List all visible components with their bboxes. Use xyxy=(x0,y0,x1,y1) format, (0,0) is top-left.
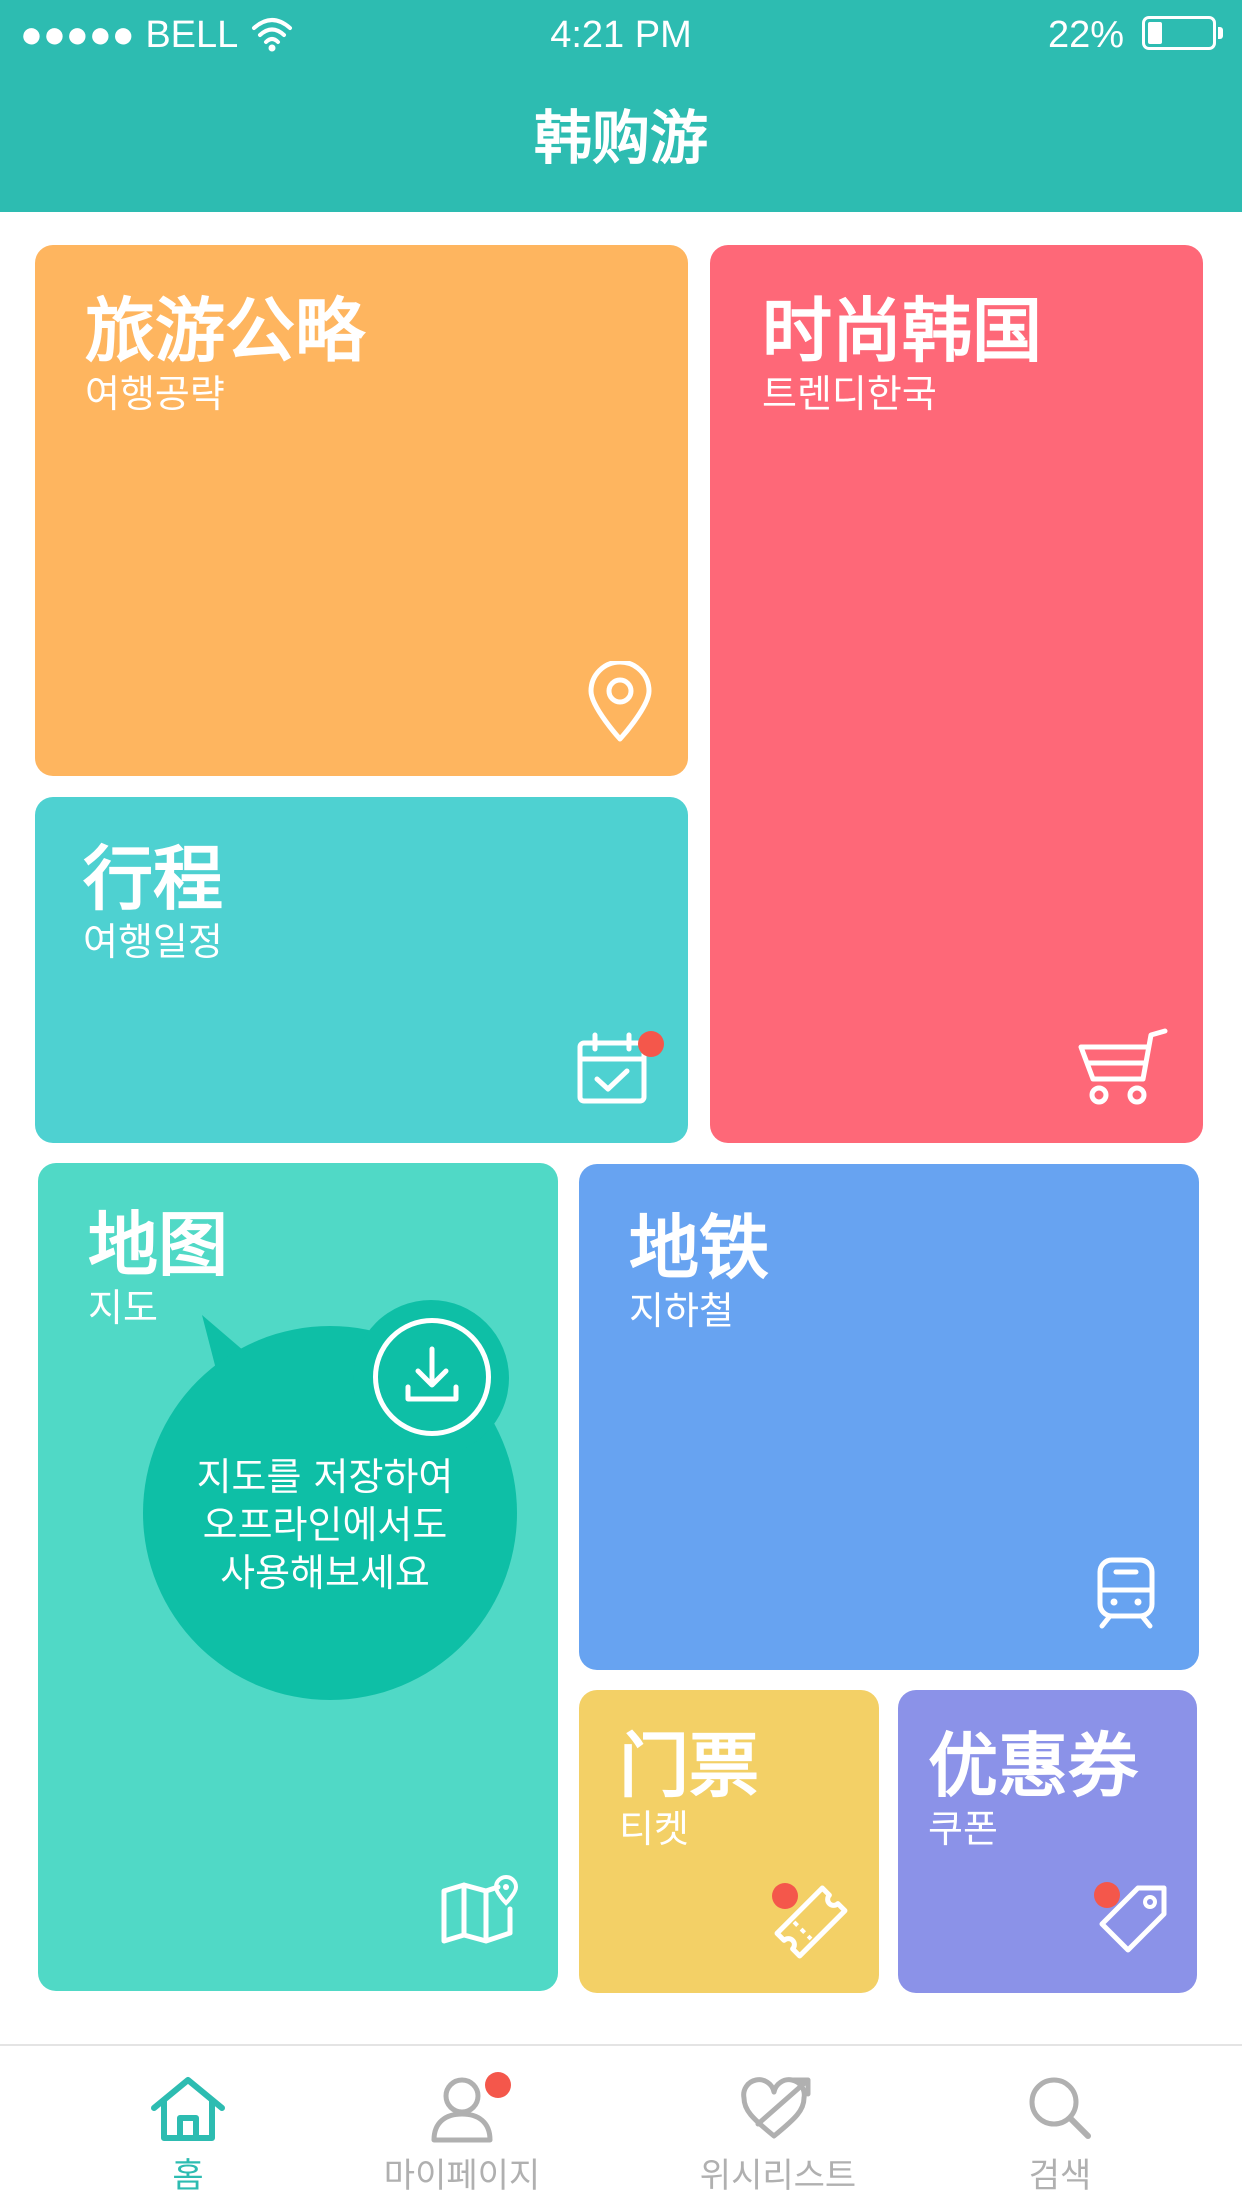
tile-itinerary[interactable]: 行程 여행일정 xyxy=(35,797,688,1143)
bubble-message: 지도를 저장하여 오프라인에서도 사용해보세요 xyxy=(158,1453,492,1597)
tile-subway[interactable]: 地铁 지하철 xyxy=(579,1164,1199,1670)
tab-search[interactable]: 검색 xyxy=(905,2046,1215,2210)
train-icon xyxy=(1097,1557,1155,1629)
app-header: ●●●●● BELL 4:21 PM 22% 韩购游 xyxy=(0,0,1242,212)
location-pin-icon xyxy=(588,661,652,742)
tile-title: 优惠券 xyxy=(928,1725,1138,1807)
tile-subtitle: 트렌디한국 xyxy=(762,372,937,416)
battery-level xyxy=(1148,22,1162,44)
tile-subtitle: 여행일정 xyxy=(83,920,223,964)
download-button[interactable] xyxy=(373,1318,491,1436)
notification-dot xyxy=(1094,1882,1120,1908)
tile-trendy-korea[interactable]: 时尚韩国 트렌디한국 xyxy=(710,245,1203,1143)
tile-title: 时尚韩国 xyxy=(762,290,1042,372)
tab-mypage[interactable]: 마이페이지 xyxy=(307,2046,617,2210)
tile-map[interactable]: 地图 지도 지도를 저장하여 오프라인에서도 사용해보세요 xyxy=(38,1163,558,1991)
tab-label: 홈 xyxy=(172,2156,204,2196)
tile-subtitle: 쿠폰 xyxy=(928,1807,998,1851)
tab-label: 위시리스트 xyxy=(699,2156,857,2196)
tab-label: 검색 xyxy=(1028,2156,1092,2196)
tile-title: 行程 xyxy=(83,838,223,920)
battery-icon xyxy=(1142,16,1223,50)
notification-dot xyxy=(485,2072,511,2098)
tile-subtitle: 지하철 xyxy=(629,1289,734,1333)
tile-subtitle: 여행공략 xyxy=(85,372,225,416)
tile-tickets[interactable]: 门票 티켓 xyxy=(579,1690,879,1993)
tile-travel-guide[interactable]: 旅游公略 여행공략 xyxy=(35,245,688,776)
tab-label: 마이페이지 xyxy=(383,2156,541,2196)
map-icon xyxy=(441,1875,519,1944)
tab-bar: 홈 마이페이지 위시리스트 검색 xyxy=(0,2044,1242,2210)
heart-arrow-icon xyxy=(741,2077,811,2139)
page-title: 韩购游 xyxy=(533,104,708,172)
home-icon xyxy=(151,2077,225,2141)
tile-title: 地铁 xyxy=(629,1207,769,1289)
bubble-line: 지도를 저장하여 xyxy=(196,1455,454,1499)
tile-coupons[interactable]: 优惠券 쿠폰 xyxy=(898,1690,1197,1993)
clock: 4:21 PM xyxy=(550,14,692,56)
carrier-label: ●●●●● BELL xyxy=(20,14,239,56)
shopping-cart-icon xyxy=(1078,1028,1168,1105)
tab-home[interactable]: 홈 xyxy=(33,2046,343,2210)
tile-title: 旅游公略 xyxy=(85,290,365,372)
bubble-line: 사용해보세요 xyxy=(220,1551,430,1595)
offline-map-bubble xyxy=(143,1300,517,1700)
tile-subtitle: 티켓 xyxy=(619,1807,689,1851)
battery-percentage: 22% xyxy=(1048,14,1125,56)
search-icon xyxy=(1029,2077,1091,2139)
notification-dot xyxy=(638,1031,664,1057)
wifi-icon xyxy=(252,18,292,52)
bubble-line: 오프라인에서도 xyxy=(202,1503,448,1547)
download-icon xyxy=(405,1346,459,1402)
notification-dot xyxy=(772,1883,798,1909)
tab-wishlist[interactable]: 위시리스트 xyxy=(623,2046,933,2210)
tile-title: 门票 xyxy=(619,1725,759,1807)
